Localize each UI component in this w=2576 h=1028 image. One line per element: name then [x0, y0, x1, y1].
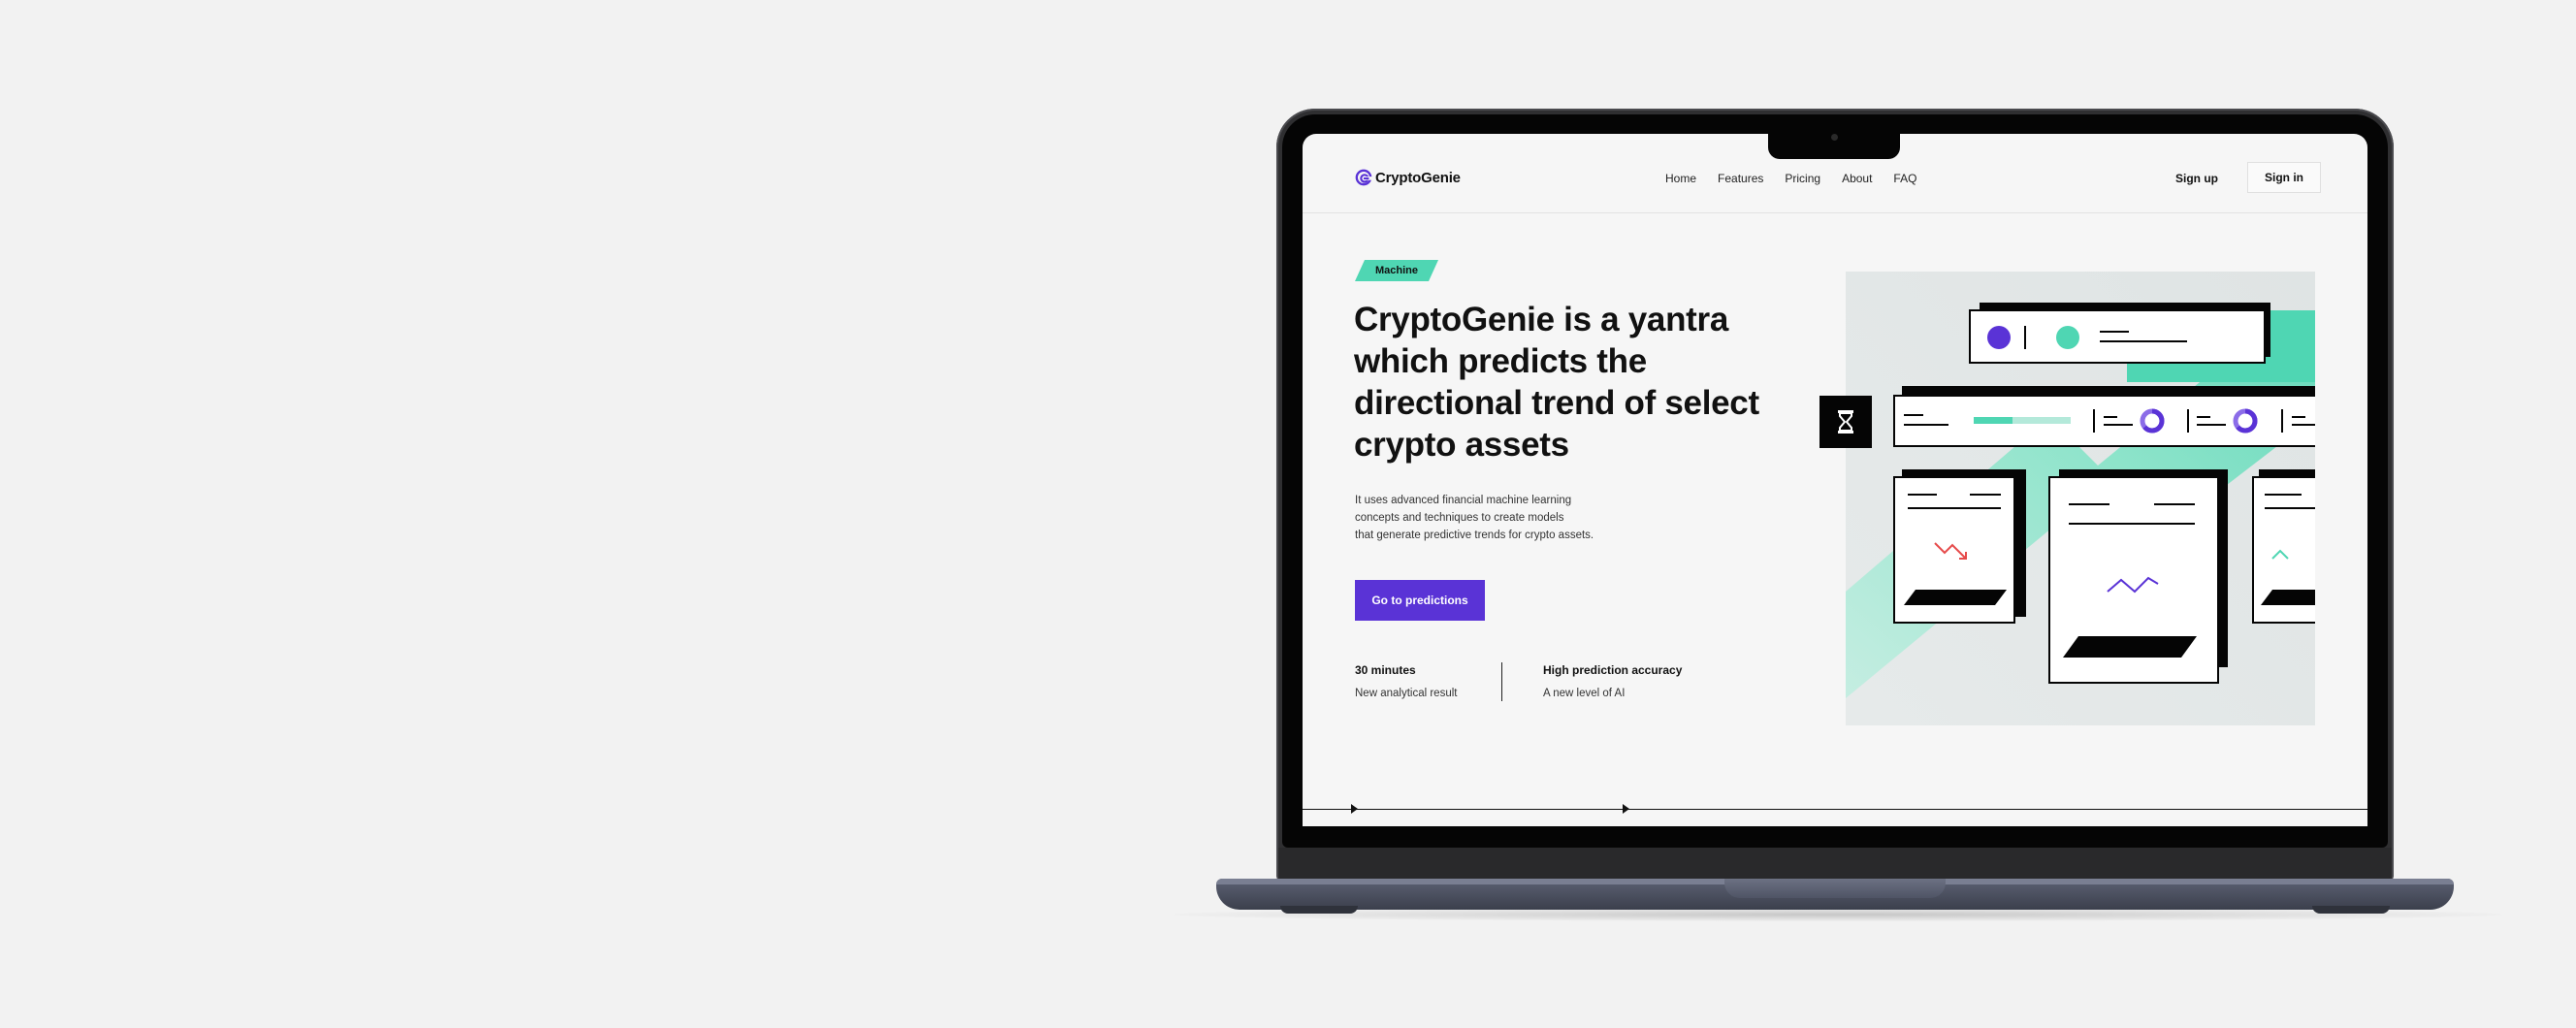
- stat-subtitle: A new level of AI: [1543, 688, 1626, 699]
- hourglass-glyph: [1838, 410, 1853, 434]
- hero-description: It uses advanced financial machine learn…: [1355, 492, 1646, 544]
- play-marker-icon[interactable]: [1623, 804, 1629, 814]
- nav-item-home[interactable]: Home: [1665, 172, 1696, 185]
- nav-item-features[interactable]: Features: [1718, 172, 1763, 185]
- laptop-foot-left: [1280, 906, 1358, 914]
- illustration-graphic: [1846, 272, 2315, 725]
- camera-icon: [1831, 134, 1838, 141]
- brand-logo[interactable]: CryptoGenie: [1355, 169, 1461, 186]
- description-line: concepts and techniques to create models: [1355, 512, 1564, 524]
- nav-item-about[interactable]: About: [1842, 172, 1872, 185]
- hero-headline: CryptoGenie is a yantra which predicts t…: [1354, 299, 1810, 466]
- category-badge: Machine: [1355, 260, 1438, 281]
- description-line: It uses advanced financial machine learn…: [1355, 495, 1572, 506]
- signin-button[interactable]: Sign in: [2247, 162, 2321, 193]
- nav-menu: Home Features Pricing About FAQ: [1665, 172, 1938, 185]
- headline-line: crypto assets: [1354, 426, 1569, 464]
- page: CryptoGenie Home Features Pricing About …: [0, 0, 2576, 1028]
- laptop-groove: [1724, 879, 1946, 898]
- headline-line: CryptoGenie is a yantra: [1354, 301, 1729, 338]
- hero-illustration: [1846, 272, 2315, 725]
- stat-title: High prediction accuracy: [1543, 663, 1683, 677]
- play-marker-icon[interactable]: [1351, 804, 1358, 814]
- hourglass-icon: [1819, 396, 1872, 448]
- headline-line: directional trend of select: [1354, 384, 1759, 422]
- go-to-predictions-button[interactable]: Go to predictions: [1355, 580, 1485, 621]
- brand-name: CryptoGenie: [1375, 169, 1461, 186]
- stat-divider: [1501, 662, 1502, 701]
- nav-item-pricing[interactable]: Pricing: [1785, 172, 1820, 185]
- signup-link[interactable]: Sign up: [2175, 172, 2218, 185]
- laptop-shadow: [1174, 908, 2502, 921]
- laptop-screen: CryptoGenie Home Features Pricing About …: [1303, 134, 2367, 826]
- stat-subtitle: New analytical result: [1355, 688, 1458, 699]
- nav-item-faq[interactable]: FAQ: [1893, 172, 1916, 185]
- description-line: that generate predictive trends for cryp…: [1355, 530, 1594, 541]
- laptop-foot-right: [2312, 906, 2390, 914]
- cryptogenie-logo-icon: [1355, 169, 1372, 186]
- timeline-track: [1303, 809, 2367, 810]
- headline-line: which predicts the: [1354, 342, 1647, 380]
- stat-title: 30 minutes: [1355, 663, 1416, 677]
